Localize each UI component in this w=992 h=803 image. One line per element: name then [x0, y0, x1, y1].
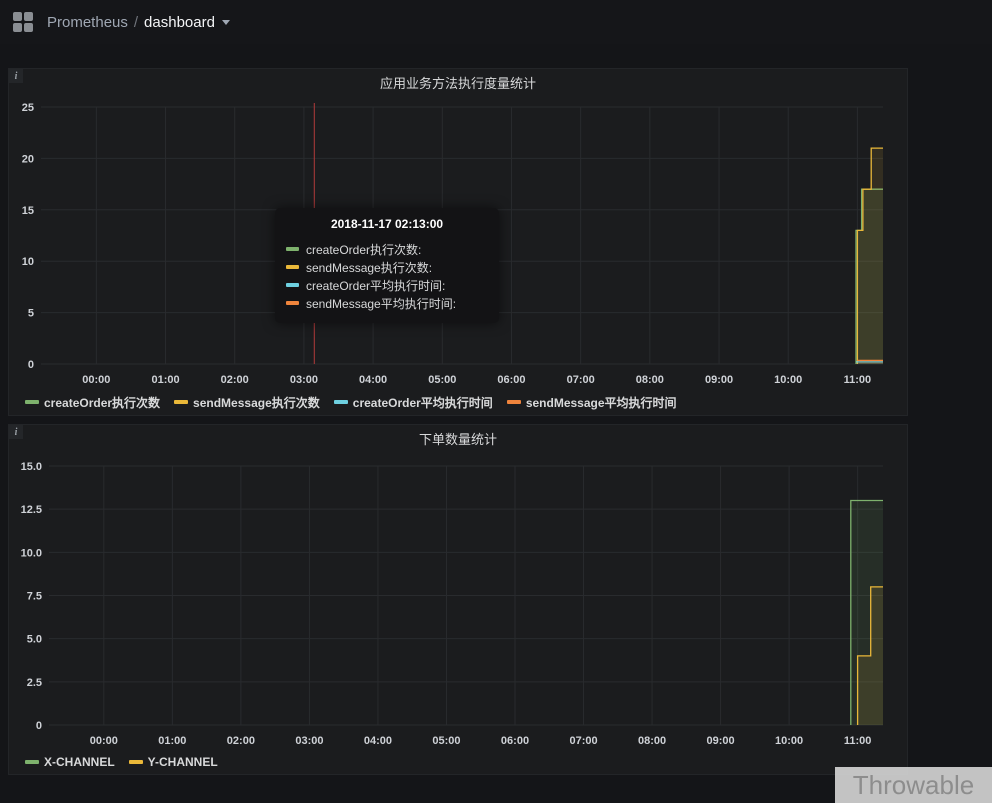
time-series-chart-order-count[interactable]: 0 2.5 5.0 7.5 10.0 12.5 15.0 00:00 01:00 02:00 03:…: [9, 455, 909, 751]
x-axis-tick-label: 07:00: [567, 374, 595, 386]
tooltip-series-label: createOrder平均执行时间:: [306, 278, 446, 293]
series-color-swatch: [286, 265, 299, 269]
x-axis-tick-label: 05:00: [428, 374, 456, 386]
legend-label: X-CHANNEL: [44, 755, 115, 769]
tooltip-row: sendMessage平均执行时间:: [286, 294, 488, 312]
x-axis-tick-label: 06:00: [501, 735, 529, 747]
x-axis-tick-label: 00:00: [90, 735, 118, 747]
series-color-swatch: [286, 283, 299, 287]
grafana-menu-icon[interactable]: [13, 12, 33, 32]
panel-title-method-metrics[interactable]: 应用业务方法执行度量统计: [9, 69, 907, 99]
x-axis-tick-label: 10:00: [775, 735, 803, 747]
x-axis-tick-label: 09:00: [705, 374, 733, 386]
tooltip-series-label: sendMessage执行次数:: [306, 260, 433, 275]
legend-color-swatch: [25, 760, 39, 764]
menu-icon-square: [24, 23, 33, 32]
legend-color-swatch: [506, 400, 521, 404]
x-axis-tick-label: 08:00: [636, 374, 664, 386]
x-axis-tick-label: 09:00: [707, 735, 735, 747]
x-axis-tick-label: 11:00: [844, 735, 872, 747]
legend-item[interactable]: createOrder执行次数: [25, 394, 160, 411]
legend-label: sendMessage执行次数: [193, 395, 320, 410]
x-axis-tick-label: 03:00: [290, 374, 318, 386]
y-axis-tick-label: 7.5: [27, 591, 42, 603]
y-axis-tick-label: 15.0: [21, 461, 42, 473]
breadcrumb-separator: /: [133, 13, 139, 31]
chart-legend: X-CHANNEL Y-CHANNEL: [9, 751, 907, 773]
legend-label: sendMessage平均执行时间: [525, 395, 677, 410]
y-axis-tick-label: 2.5: [27, 677, 42, 689]
menu-icon-square: [13, 12, 22, 21]
x-axis-tick-label: 00:00: [82, 374, 110, 386]
legend-item[interactable]: sendMessage执行次数: [174, 394, 320, 411]
tooltip-row: createOrder平均执行时间:: [286, 276, 488, 294]
tooltip-timestamp: 2018-11-17 02:13:00: [330, 217, 444, 231]
grafana-dashboard-page: Prometheus / dashboard i 应用业务方法执行度量统计 0 5 10…: [0, 0, 992, 803]
x-axis-tick-label: 06:00: [497, 374, 525, 386]
chevron-down-icon[interactable]: [221, 20, 230, 26]
chart-tooltip: 2018-11-17 02:13:00 createOrder执行次数: sen…: [275, 208, 499, 323]
y-axis-tick-label: 10.0: [21, 547, 42, 559]
y-axis-tick-label: 12.5: [21, 504, 42, 516]
top-nav: Prometheus / dashboard: [0, 0, 992, 44]
series-area: [857, 148, 883, 364]
legend-color-swatch: [128, 760, 143, 764]
legend-color-swatch: [333, 400, 348, 404]
legend-item[interactable]: createOrder平均执行时间: [333, 394, 493, 411]
x-axis-tick-label: 01:00: [151, 374, 179, 386]
x-axis-tick-label: 05:00: [432, 735, 460, 747]
breadcrumb: Prometheus / dashboard: [47, 14, 230, 31]
panel-order-count: i 下单数量统计 0 2.5 5.0 7.5 10.0 12.5 15.0 00:00 01:0…: [8, 424, 908, 775]
legend-item[interactable]: sendMessage平均执行时间: [506, 394, 677, 411]
tooltip-row: createOrder执行次数:: [286, 240, 488, 258]
menu-icon-square: [24, 12, 33, 21]
tooltip-row: sendMessage执行次数:: [286, 258, 488, 276]
y-axis-tick-label: 5: [28, 308, 34, 320]
x-axis-tick-label: 11:00: [844, 374, 872, 386]
x-axis-tick-label: 01:00: [158, 735, 186, 747]
menu-icon-square: [13, 23, 22, 32]
y-axis-tick-label: 5.0: [27, 634, 42, 646]
x-axis-tick-label: 02:00: [221, 374, 249, 386]
y-axis-tick-label: 25: [22, 102, 34, 114]
legend-color-swatch: [25, 400, 39, 404]
y-axis-tick-label: 15: [22, 205, 34, 217]
panel-info-icon[interactable]: i: [9, 425, 23, 439]
legend-label: createOrder平均执行时间: [352, 395, 493, 410]
x-axis-tick-label: 04:00: [359, 374, 387, 386]
panel-info-icon[interactable]: i: [9, 69, 23, 83]
y-axis-tick-label: 10: [22, 256, 34, 268]
breadcrumb-app[interactable]: Prometheus: [47, 14, 128, 31]
tooltip-series-label: createOrder执行次数:: [306, 242, 422, 257]
legend-item[interactable]: X-CHANNEL: [25, 755, 115, 769]
y-axis-tick-label: 20: [22, 153, 34, 165]
panel-title-order-count[interactable]: 下单数量统计: [9, 425, 907, 455]
x-axis-tick-label: 08:00: [638, 735, 666, 747]
x-axis-tick-label: 02:00: [227, 735, 255, 747]
series-color-swatch: [286, 247, 299, 251]
legend-label: Y-CHANNEL: [147, 755, 218, 769]
legend-item[interactable]: Y-CHANNEL: [128, 755, 218, 769]
x-axis-tick-label: 04:00: [364, 735, 392, 747]
watermark: Throwable: [835, 767, 992, 803]
y-axis-tick-label: 0: [36, 720, 42, 732]
breadcrumb-dashboard[interactable]: dashboard: [144, 14, 215, 31]
y-axis-tick-label: 0: [28, 359, 34, 371]
x-axis-tick-label: 03:00: [295, 735, 323, 747]
tooltip-series-label: sendMessage平均执行时间:: [306, 296, 457, 311]
chart-legend: createOrder执行次数 sendMessage执行次数 createOrde…: [9, 391, 907, 413]
x-axis-tick-label: 10:00: [774, 374, 802, 386]
legend-label: createOrder执行次数: [44, 395, 161, 410]
legend-color-swatch: [174, 400, 189, 404]
x-axis-tick-label: 07:00: [569, 735, 597, 747]
series-color-swatch: [286, 301, 299, 305]
